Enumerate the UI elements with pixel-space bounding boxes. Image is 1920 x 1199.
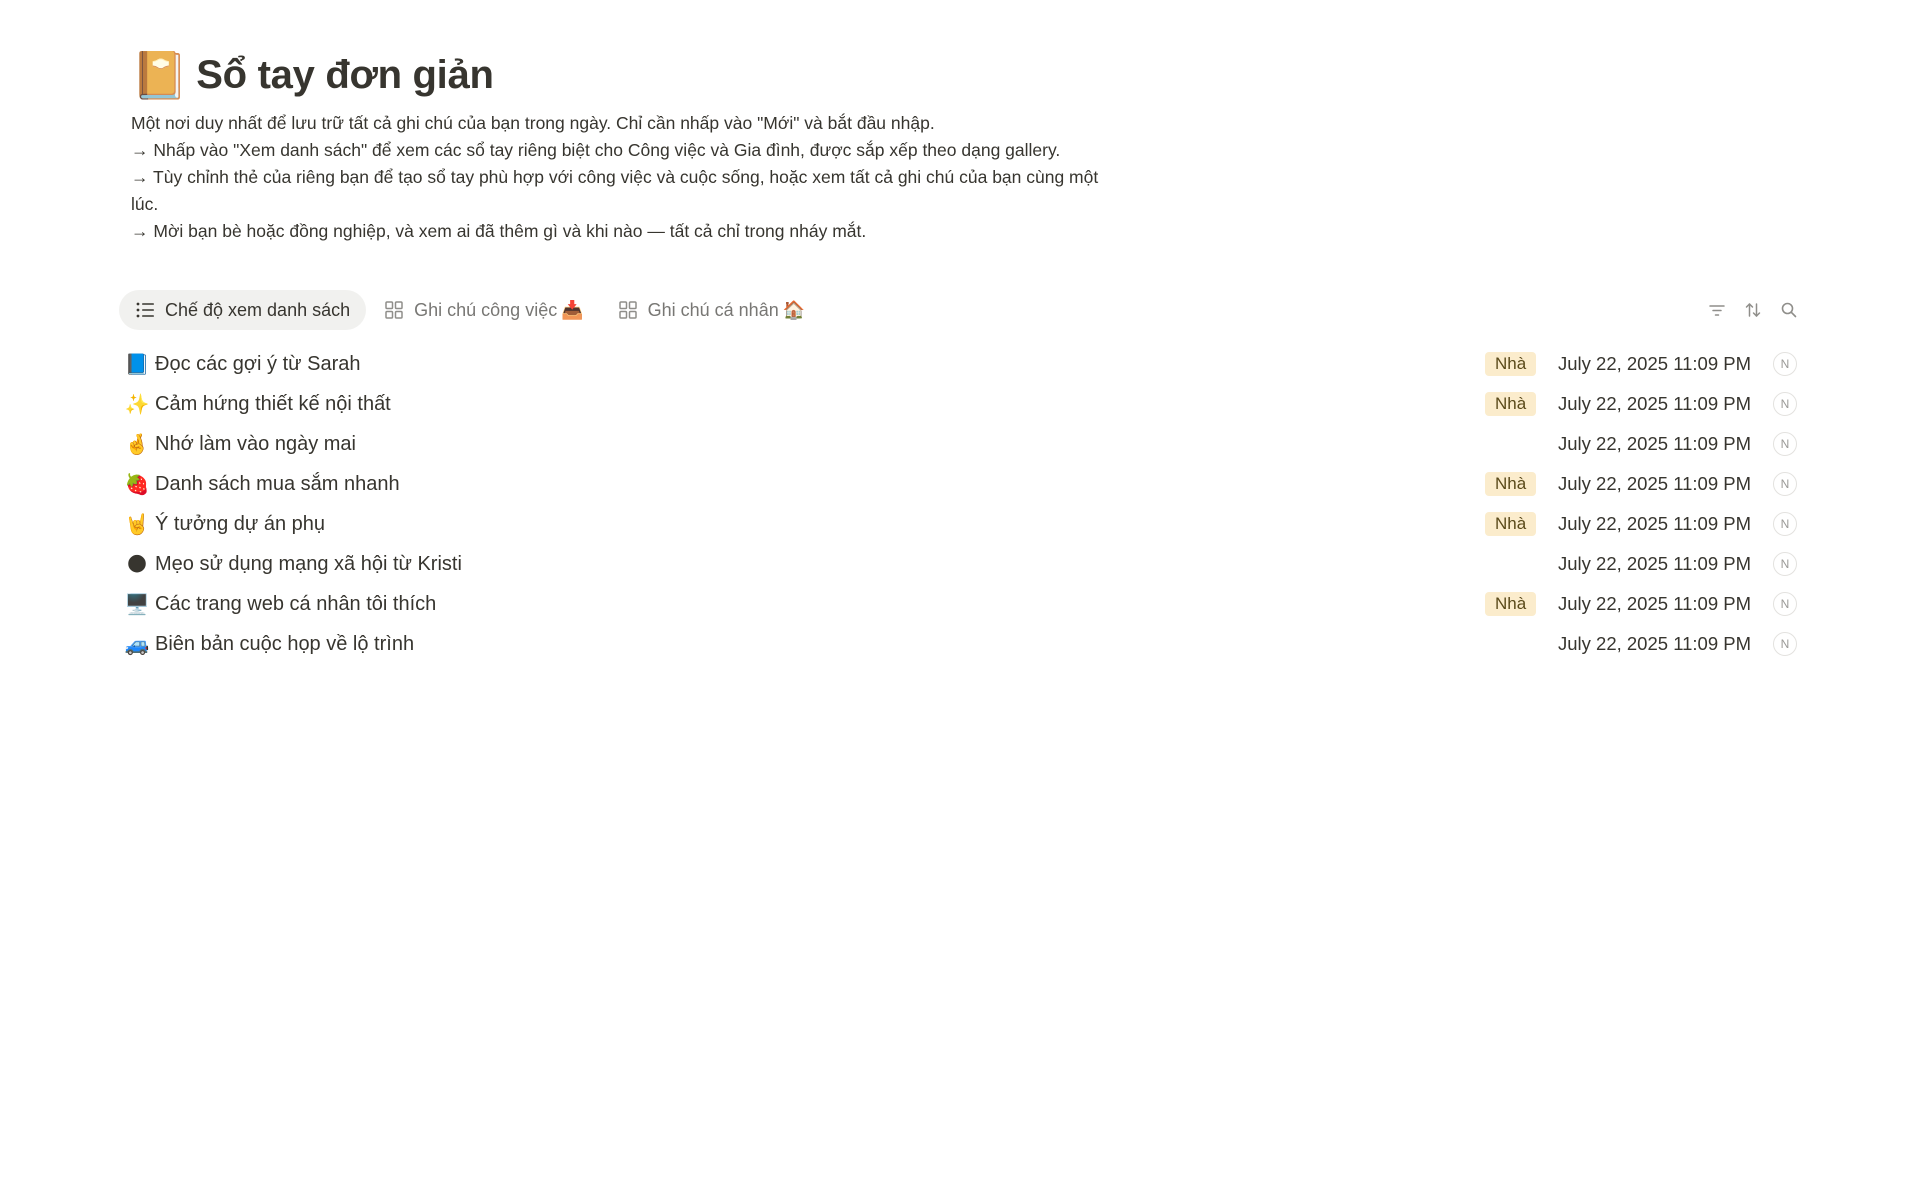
avatar[interactable]: N xyxy=(1773,632,1797,656)
title-row: 📔 Sổ tay đơn giản xyxy=(131,44,1131,106)
item-title: Nhớ làm vào ngày mai xyxy=(155,432,356,455)
item-title: Danh sách mua sắm nhanh xyxy=(155,472,400,495)
filter-button[interactable] xyxy=(1699,292,1735,328)
strawberry-icon: 🍓 xyxy=(124,473,150,496)
item-title: Ý tưởng dự án phụ xyxy=(155,512,325,535)
crossed-fingers-icon: 🤞 xyxy=(124,433,150,456)
avatar[interactable]: N xyxy=(1773,352,1797,376)
sort-button[interactable] xyxy=(1735,292,1771,328)
sort-icon xyxy=(1745,303,1761,317)
item-date: July 22, 2025 11:09 PM xyxy=(1558,433,1752,454)
list-item[interactable]: 🍓 Danh sách mua sắm nhanh Nhà July 22, 2… xyxy=(119,464,1807,504)
item-date: July 22, 2025 11:09 PM xyxy=(1558,393,1752,414)
page-header: 📔 Sổ tay đơn giản Một nơi duy nhất để lư… xyxy=(131,44,1131,245)
avatar[interactable]: N xyxy=(1773,552,1797,576)
list-item[interactable]: 🌑 Mẹo sử dụng mạng xã hội từ Kristi July… xyxy=(119,544,1807,584)
avatar[interactable]: N xyxy=(1773,472,1797,496)
tab-label: Ghi chú cá nhân xyxy=(647,299,779,320)
gallery-icon xyxy=(618,300,638,320)
avatar[interactable]: N xyxy=(1773,512,1797,536)
desktop-computer-icon: 🖥️ xyxy=(124,593,150,616)
list-item[interactable]: 🤘 Ý tưởng dự án phụ Nhà July 22, 2025 11… xyxy=(119,504,1807,544)
item-date: July 22, 2025 11:09 PM xyxy=(1558,473,1752,494)
notebook-icon[interactable]: 📔 xyxy=(131,52,188,98)
item-date: July 22, 2025 11:09 PM xyxy=(1558,513,1752,534)
description-line: → Mời bạn bè hoặc đồng nghiệp, và xem ai… xyxy=(131,221,867,241)
tag-badge: Nhà xyxy=(1485,392,1537,416)
avatar[interactable]: N xyxy=(1773,432,1797,456)
notion-page: 📔 Sổ tay đơn giản Một nơi duy nhất để lư… xyxy=(0,0,1920,1199)
page-description: Một nơi duy nhất để lưu trữ tất cả ghi c… xyxy=(131,110,1111,245)
item-title: Mẹo sử dụng mạng xã hội từ Kristi xyxy=(155,552,462,575)
book-icon: 📘 xyxy=(124,353,150,376)
notes-list: 📘 Đọc các gợi ý từ Sarah Nhà July 22, 20… xyxy=(119,344,1807,664)
car-icon: 🚙 xyxy=(124,633,150,656)
item-title: Đọc các gợi ý từ Sarah xyxy=(155,352,361,375)
item-date: July 22, 2025 11:09 PM xyxy=(1558,553,1752,574)
avatar[interactable]: N xyxy=(1773,592,1797,616)
tag-badge: Nhà xyxy=(1485,352,1537,376)
tab-work-notes[interactable]: Ghi chú công việc 📥 xyxy=(368,290,600,330)
moon-icon: 🌑 xyxy=(126,553,148,576)
rock-hand-icon: 🤘 xyxy=(124,513,150,536)
tag-badge: Nhà xyxy=(1485,592,1537,616)
inbox-icon: 📥 xyxy=(561,299,584,320)
tab-list-view[interactable]: Chế độ xem danh sách xyxy=(119,290,367,330)
list-item[interactable]: ✨ Cảm hứng thiết kế nội thất Nhà July 22… xyxy=(119,384,1807,424)
description-line: Một nơi duy nhất để lưu trữ tất cả ghi c… xyxy=(131,113,935,133)
search-button[interactable] xyxy=(1771,292,1807,328)
list-icon xyxy=(135,300,155,320)
avatar[interactable]: N xyxy=(1773,392,1797,416)
tab-personal-notes[interactable]: Ghi chú cá nhân 🏠 xyxy=(602,290,822,330)
item-title: Các trang web cá nhân tôi thích xyxy=(155,592,437,615)
gallery-icon xyxy=(384,300,404,320)
list-item[interactable]: 🚙 Biên bản cuộc họp về lộ trình July 22,… xyxy=(119,624,1807,664)
tag-badge: Nhà xyxy=(1485,472,1537,496)
tab-label: Chế độ xem danh sách xyxy=(165,299,351,320)
filter-icon xyxy=(1709,305,1725,316)
page-title[interactable]: Sổ tay đơn giản xyxy=(196,53,494,98)
item-title: Cảm hứng thiết kế nội thất xyxy=(155,392,391,415)
item-date: July 22, 2025 11:09 PM xyxy=(1558,633,1752,654)
item-date: July 22, 2025 11:09 PM xyxy=(1558,593,1752,614)
tab-label: Ghi chú công việc xyxy=(414,299,558,320)
view-tabs-bar: Chế độ xem danh sách Ghi chú công việc 📥 xyxy=(119,289,1807,331)
item-title: Biên bản cuộc họp về lộ trình xyxy=(155,632,415,655)
tag-badge: Nhà xyxy=(1485,512,1537,536)
list-item[interactable]: 🖥️ Các trang web cá nhân tôi thích Nhà J… xyxy=(119,584,1807,624)
list-item[interactable]: 🤞 Nhớ làm vào ngày mai July 22, 2025 11:… xyxy=(119,424,1807,464)
list-item[interactable]: 📘 Đọc các gợi ý từ Sarah Nhà July 22, 20… xyxy=(119,344,1807,384)
description-line: → Nhấp vào "Xem danh sách" để xem các sổ… xyxy=(131,140,1061,160)
description-line: → Tùy chỉnh thẻ của riêng bạn để tạo sổ … xyxy=(131,167,1099,214)
sparkles-icon: ✨ xyxy=(124,393,150,416)
house-icon: 🏠 xyxy=(782,299,806,320)
item-date: July 22, 2025 11:09 PM xyxy=(1558,353,1752,374)
search-icon xyxy=(1781,302,1797,318)
